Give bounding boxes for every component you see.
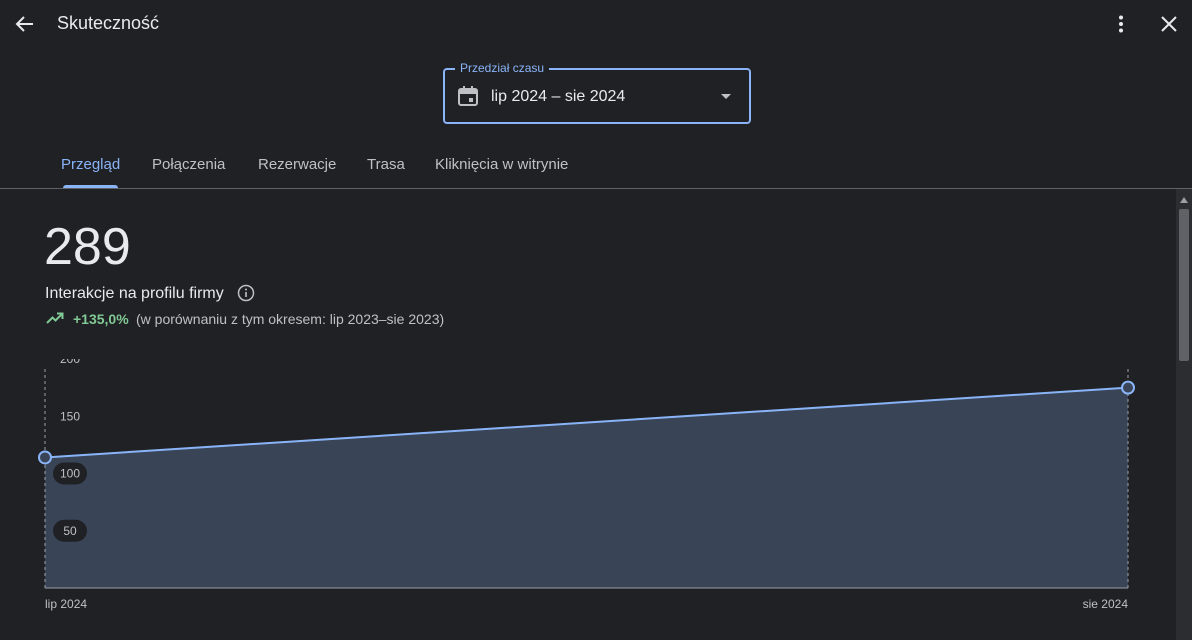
scroll-up-arrow-icon[interactable] <box>1180 197 1188 203</box>
y-tick-label: 50 <box>63 524 77 538</box>
y-tick-label: 200 <box>60 359 80 366</box>
y-tick-label: 150 <box>60 409 80 423</box>
trend-comparison-text: (w porównaniu z tym okresem: lip 2023–si… <box>136 311 445 327</box>
chart-data-point <box>38 450 52 465</box>
vertical-scrollbar[interactable] <box>1176 189 1192 640</box>
metric-label: Interakcje na profilu firmy <box>45 285 224 302</box>
close-button[interactable] <box>1154 9 1184 39</box>
tab-trasa[interactable]: Trasa <box>367 156 405 173</box>
interactions-area-chart: 200 150 100 50 lip 2024 sie 2024 <box>38 359 1135 611</box>
total-interactions-value: 289 <box>44 218 131 276</box>
more-vert-icon <box>1119 15 1123 33</box>
x-tick-label: sie 2024 <box>1083 597 1129 611</box>
dropdown-arrow-icon <box>721 94 731 99</box>
close-icon <box>1161 16 1177 32</box>
tab-polaczenia[interactable]: Połączenia <box>152 156 225 173</box>
overview-panel: 289 Interakcje na profilu firmy +135,0% … <box>0 189 1176 640</box>
x-tick-label: lip 2024 <box>45 597 87 611</box>
date-range-select[interactable]: Przedział czasu lip 2024 – sie 2024 <box>443 61 751 124</box>
tab-klikniecia-w-witrynie[interactable]: Kliknięcia w witrynie <box>435 156 568 173</box>
trend-percent: +135,0% <box>73 311 129 327</box>
top-bar: Skuteczność <box>0 0 1192 48</box>
tab-przeglad[interactable]: Przegląd <box>61 156 120 173</box>
calendar-icon <box>458 86 478 106</box>
arrow-back-icon <box>15 16 33 32</box>
active-tab-indicator <box>63 185 118 188</box>
back-button[interactable] <box>10 9 40 39</box>
y-tick-label: 100 <box>60 467 80 481</box>
page-title: Skuteczność <box>57 13 160 33</box>
tab-bar: Przegląd Połączenia Rezerwacje Trasa Kli… <box>0 140 1192 189</box>
more-options-button[interactable] <box>1106 9 1136 39</box>
trending-up-icon <box>46 312 64 324</box>
scrollbar-thumb[interactable] <box>1179 209 1189 361</box>
date-range-label: Przedział czasu <box>455 61 550 75</box>
chart-area-fill <box>45 387 1128 588</box>
chart-data-point <box>1121 380 1135 395</box>
date-range-value: lip 2024 – sie 2024 <box>491 88 626 105</box>
info-icon[interactable] <box>237 284 255 302</box>
tab-rezerwacje[interactable]: Rezerwacje <box>258 156 336 173</box>
